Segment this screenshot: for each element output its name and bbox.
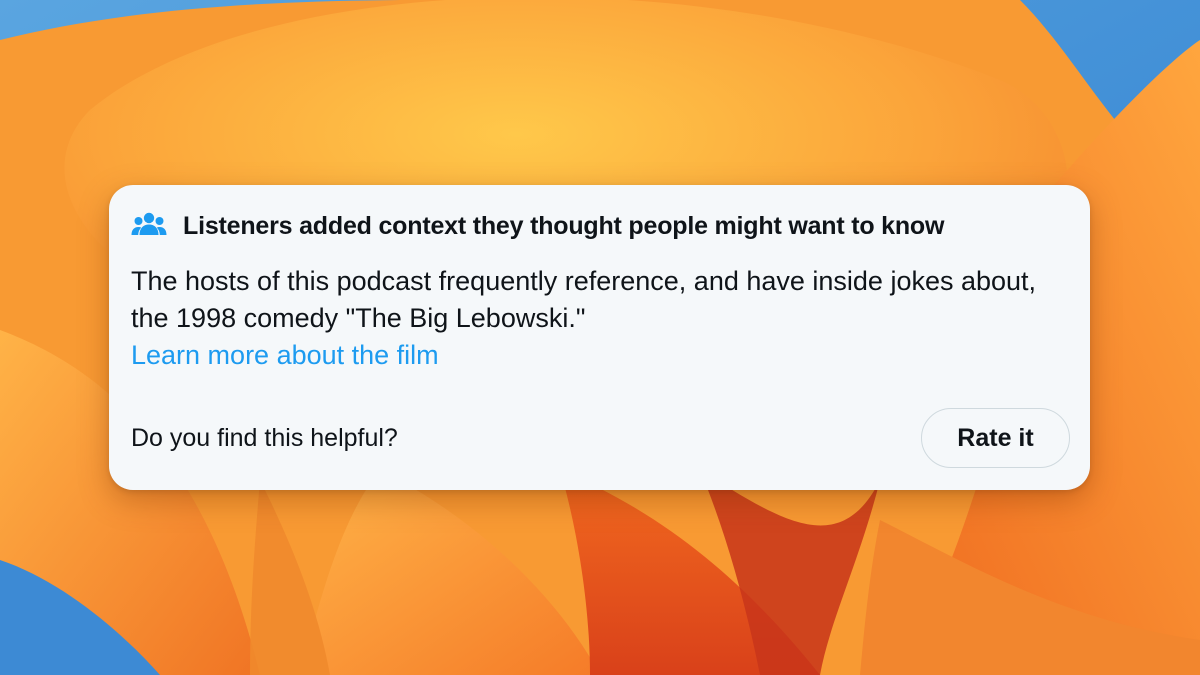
learn-more-link[interactable]: Learn more about the film xyxy=(131,337,439,374)
note-body: The hosts of this podcast frequently ref… xyxy=(131,263,1071,374)
note-body-text: The hosts of this podcast frequently ref… xyxy=(131,266,1037,333)
people-icon xyxy=(131,212,167,235)
helpful-question: Do you find this helpful? xyxy=(131,423,398,452)
rate-it-button[interactable]: Rate it xyxy=(921,408,1070,468)
community-note-card: Listeners added context they thought peo… xyxy=(109,185,1090,490)
note-header: Listeners added context they thought peo… xyxy=(131,209,1068,243)
note-title: Listeners added context they thought peo… xyxy=(183,211,945,240)
note-footer: Do you find this helpful? Rate it xyxy=(131,408,1070,468)
